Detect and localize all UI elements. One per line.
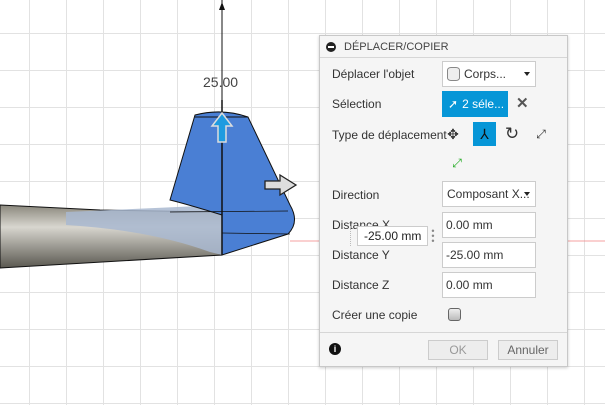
cancel-button[interactable]: Annuler (498, 340, 558, 360)
collapse-icon[interactable] (326, 41, 336, 52)
point-to-point-icon[interactable]: ⤢ (530, 123, 552, 145)
distance-x-input[interactable]: 0.00 mm (442, 212, 536, 238)
direction-value: Composant X... (447, 187, 530, 201)
move-object-select[interactable]: Corps... (442, 61, 536, 87)
distance-y-label: Distance Y (332, 248, 390, 262)
chevron-down-icon (524, 192, 530, 196)
axis-arrow-icon (219, 2, 225, 10)
dimension-label: 25.00 (203, 74, 239, 90)
move-object-label: Déplacer l'objet (332, 67, 415, 81)
translate-icon[interactable]: ⅄ (473, 122, 496, 146)
direction-select[interactable]: Composant X... (442, 181, 536, 207)
chevron-down-icon (524, 72, 530, 76)
clear-selection-icon[interactable]: ✕ (516, 94, 529, 112)
point-to-position-icon[interactable]: ⤢ (446, 152, 468, 174)
create-copy-checkbox[interactable] (448, 308, 461, 321)
cursor-icon: ➚ (448, 97, 459, 111)
floating-distance-input[interactable]: -25.00 mm • • • (350, 225, 438, 247)
distance-z-input[interactable]: 0.00 mm (442, 272, 536, 298)
selection-label: Sélection (332, 97, 382, 111)
floating-distance-value[interactable]: -25.00 mm (357, 226, 428, 246)
free-move-icon[interactable]: ✥ (442, 123, 464, 145)
selection-button[interactable]: ➚ 2 séle... (442, 91, 508, 117)
move-object-value: Corps... (464, 67, 507, 81)
dialog-header[interactable]: DÉPLACER/COPIER (320, 36, 567, 58)
distance-z-label: Distance Z (332, 278, 390, 292)
distance-y-input[interactable]: -25.00 mm (442, 242, 536, 268)
rotate-icon[interactable]: ↻ (501, 123, 523, 145)
drag-handle[interactable] (350, 226, 355, 246)
create-copy-label: Créer une copie (332, 308, 418, 322)
selection-value: 2 séle... (462, 97, 505, 111)
info-icon[interactable]: i (329, 343, 341, 355)
dialog-title: DÉPLACER/COPIER (344, 40, 449, 53)
more-options-icon[interactable]: • • • (428, 226, 438, 245)
direction-label: Direction (332, 188, 380, 202)
ok-button[interactable]: OK (428, 340, 488, 360)
body-icon (447, 67, 460, 81)
move-type-label: Type de déplacement (332, 128, 447, 142)
move-copy-dialog: DÉPLACER/COPIER Déplacer l'objet Corps..… (319, 35, 568, 367)
